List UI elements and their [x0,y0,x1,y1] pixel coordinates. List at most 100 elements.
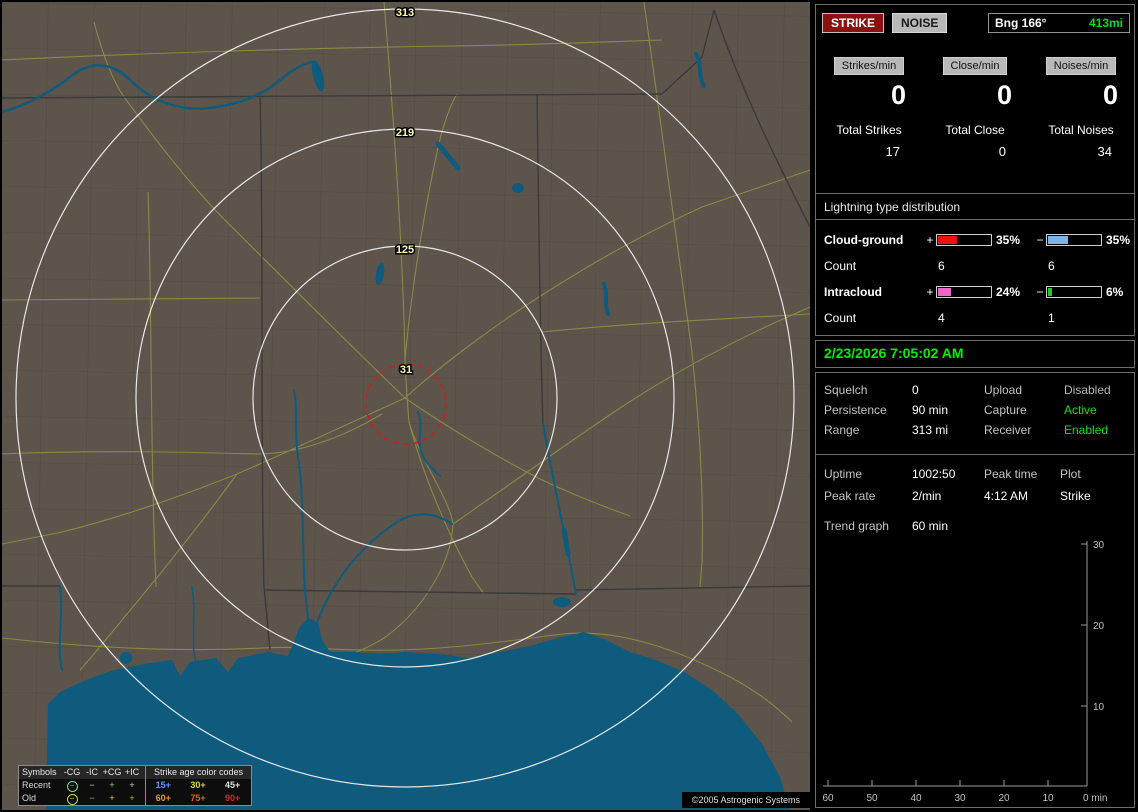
recent-neg-cg-icon: − [66,781,78,792]
lightning-map[interactable]: 313 219 125 31 Symbols -CG -IC +CG +IC R… [2,2,810,810]
map-legend: Symbols -CG -IC +CG +IC Recent − − + + O… [18,765,252,806]
cg-negative-pct: 35% [1106,233,1131,247]
ring-label-31: 31 [400,364,412,376]
age-45: 45+ [224,780,241,790]
noises-per-min-button[interactable]: Noises/min [1045,57,1117,75]
cloud-ground-label: Cloud-ground [824,233,904,247]
old-row-label: Old [22,793,37,803]
map-canvas[interactable]: 313 219 125 31 [2,2,810,810]
plot-label: Plot [1060,467,1081,481]
origin-label: 0 min [1083,793,1107,804]
trend-tick-labels: 30 20 10 60 50 40 30 20 10 0 min [822,540,1107,804]
old-neg-ic-icon: − [89,793,95,803]
plus-sign: + [926,233,934,247]
settings-row: Range 313 mi Receiver Enabled [816,420,1134,440]
ic-positive-bar [936,286,992,298]
ic-positive-count: 4 [938,311,945,325]
upload-status: Disabled [1064,383,1111,397]
symbols-legend: Symbols -CG -IC +CG +IC Recent − − + + O… [19,766,145,805]
ic-negative-pct: 6% [1106,285,1124,299]
distribution-title: Lightning type distribution [816,200,1134,220]
mode-row: STRIKE NOISE Bng 166° 413mi [822,13,1130,33]
peak-rate-label: Peak rate [824,489,876,503]
cloud-ground-row: Cloud-ground + 35% − 35% [816,227,1134,253]
recent-neg-ic-icon: − [89,780,95,790]
upload-label: Upload [984,383,1023,397]
x-tick-20: 20 [998,793,1010,804]
age-15: 15+ [155,780,171,790]
trend-graph-label: Trend graph [824,519,889,533]
close-column: Close/min 0 Total Close 0 [922,57,1028,159]
rate-counters: Strikes/min 0 Total Strikes 17 Close/min… [816,57,1134,159]
peak-rate-value: 2/min [912,489,942,503]
total-strikes-label: Total Strikes [836,123,902,137]
total-noises-label: Total Noises [1048,123,1114,137]
copyright-notice: ©2005 Astrogenic Systems [681,792,810,808]
cg-positive-count: 6 [938,259,945,273]
strike-button[interactable]: STRIKE [822,13,885,33]
minus-sign: − [1036,285,1044,299]
total-close-value: 0 [998,144,1006,159]
cg-positive-pct: 35% [996,233,1021,247]
old-neg-cg-icon: − [66,794,78,805]
old-pos-ic-icon: + [129,793,135,803]
intracloud-row: Intracloud + 24% − 6% [816,279,1134,305]
noises-column: Noises/min 0 Total Noises 34 [1028,57,1134,159]
total-close-label: Total Close [945,123,1005,137]
age-60: 60+ [155,793,171,803]
pos-cg-header: +CG [102,767,122,777]
peak-time-value: 4:12 AM [984,489,1029,503]
plus-sign: + [926,285,934,299]
uptime-label: Uptime [824,467,863,481]
receiver-status: Enabled [1064,423,1109,437]
x-tick-40: 40 [910,793,922,804]
ring-label-125: 125 [396,244,414,256]
noise-button[interactable]: NOISE [892,13,948,33]
trend-graph: 30 20 10 60 50 40 30 20 10 0 min [822,540,1107,804]
ic-positive-pct: 24% [996,285,1021,299]
age-75: 75+ [190,793,206,803]
ic-negative-count: 1 [1048,311,1055,325]
bearing-label: Bng 166° [995,16,1047,30]
intracloud-count-row: Count 4 1 [816,305,1134,331]
cg-negative-count: 6 [1048,259,1055,273]
intracloud-label: Intracloud [824,285,883,299]
strikes-per-min-value: 0 [890,80,906,110]
y-tick-30: 30 [1093,540,1105,551]
persistence-label: Persistence [824,403,887,417]
y-tick-20: 20 [1093,621,1105,632]
ic-negative-bar [1046,286,1102,298]
x-tick-50: 50 [866,793,878,804]
side-panel: STRIKE NOISE Bng 166° 413mi Strikes/min … [814,0,1136,812]
bearing-value: 413mi [1088,16,1123,30]
ring-label-219: 219 [396,127,414,139]
trend-graph-value: 60 min [912,519,949,533]
settings-row: Persistence 90 min Capture Active [816,400,1134,420]
capture-status: Active [1064,403,1097,417]
range-value: 313 mi [912,423,949,437]
neg-cg-header: -CG [63,767,81,777]
strikes-per-min-button[interactable]: Strikes/min [833,57,905,75]
neg-ic-header: -IC [86,767,98,777]
datetime-box: 2/23/2026 7:05:02 AM [815,340,1135,368]
age-codes-legend: Strike age color codes 15+ 30+ 45+ 60+ 7… [145,766,251,805]
status-trend-box: Uptime 1002:50 Peak time Plot Peak rate … [815,454,1135,808]
close-per-min-button[interactable]: Close/min [942,57,1008,75]
datetime-display: 2/23/2026 7:05:02 AM [824,345,964,361]
status-row: Peak rate 2/min 4:12 AM Strike [816,485,1134,507]
cloud-ground-count-row: Count 6 6 [816,253,1134,279]
recent-row-label: Recent [22,780,51,790]
noises-per-min-value: 0 [1102,80,1118,110]
recent-pos-ic-icon: + [129,780,135,790]
receiver-label: Receiver [984,423,1032,437]
old-pos-cg-icon: + [109,793,115,803]
symbols-title: Symbols [22,767,57,777]
uptime-value: 1002:50 [912,467,956,481]
x-tick-60: 60 [822,793,834,804]
status-row: Uptime 1002:50 Peak time Plot [816,463,1134,485]
plot-value: Strike [1060,489,1091,503]
total-strikes-value: 17 [885,144,900,159]
y-tick-10: 10 [1093,702,1105,713]
squelch-label: Squelch [824,383,868,397]
squelch-value: 0 [912,383,919,397]
